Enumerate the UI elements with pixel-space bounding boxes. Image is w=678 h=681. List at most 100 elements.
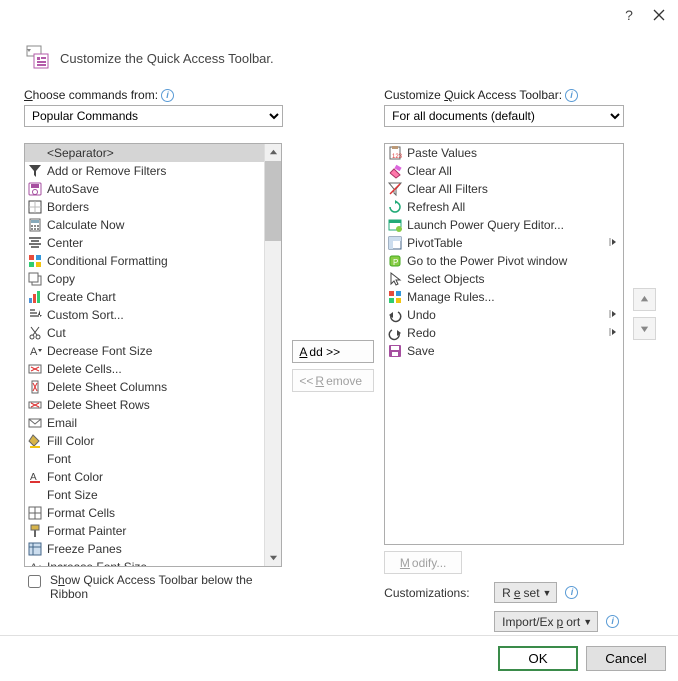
list-item[interactable]: Cut <box>25 324 281 342</box>
autosave-icon <box>27 181 43 197</box>
list-item[interactable]: Email <box>25 414 281 432</box>
list-item-label: Fill Color <box>47 434 259 448</box>
list-item[interactable]: Clear All <box>385 162 623 180</box>
list-item[interactable]: <Separator> <box>25 144 281 162</box>
list-item-label: Delete Sheet Columns <box>47 380 279 394</box>
freeze-icon <box>27 541 43 557</box>
list-item-label: Freeze Panes <box>47 542 259 556</box>
calc-icon <box>27 217 43 233</box>
list-item[interactable]: Delete Sheet Columns <box>25 378 281 396</box>
list-item-label: Increase Font Size <box>47 560 279 566</box>
list-item[interactable]: Custom Sort... <box>25 306 281 324</box>
list-item[interactable]: Delete Cells... <box>25 360 281 378</box>
list-item-label: Undo <box>407 308 601 322</box>
remove-button[interactable]: << Remove <box>292 369 374 392</box>
list-item-label: Font <box>47 452 259 466</box>
list-item-label: Create Chart <box>47 290 279 304</box>
available-commands-listbox[interactable]: <Separator> Add or Remove Filters AutoSave… <box>24 143 282 567</box>
sort-icon <box>27 307 43 323</box>
list-item-label: Add or Remove Filters <box>47 164 279 178</box>
show-below-label: Show Quick Access Toolbar below theRibbo… <box>50 573 253 601</box>
list-item[interactable]: Borders <box>25 198 281 216</box>
selected-commands-listbox[interactable]: 123 Paste Values Clear AllClear All Filter… <box>384 143 624 545</box>
choose-commands-combo[interactable]: Popular Commands <box>24 105 283 127</box>
submenu-icon <box>605 309 621 322</box>
cancel-button[interactable]: Cancel <box>586 646 666 671</box>
list-item[interactable]: Launch Power Query Editor... <box>385 216 623 234</box>
move-up-button[interactable] <box>633 288 656 311</box>
scrollbar[interactable] <box>264 144 281 566</box>
list-item-label: Delete Cells... <box>47 362 279 376</box>
list-item[interactable]: FontI <box>25 450 281 468</box>
list-item-label: Manage Rules... <box>407 290 621 304</box>
list-item[interactable]: Freeze Panes <box>25 540 281 558</box>
clearfilter-icon <box>387 181 403 197</box>
list-item[interactable]: Undo <box>385 306 623 324</box>
move-down-button[interactable] <box>633 317 656 340</box>
list-item[interactable]: Calculate Now <box>25 216 281 234</box>
modify-button[interactable]: Modify... <box>384 551 462 574</box>
list-item-label: Select Objects <box>407 272 621 286</box>
info-icon[interactable]: i <box>161 89 174 102</box>
save-icon <box>387 343 403 359</box>
list-item-label: Font Size <box>47 488 259 502</box>
list-item[interactable]: AutoSave <box>25 180 281 198</box>
list-item[interactable]: AFont Color <box>25 468 281 486</box>
refresh-icon <box>387 199 403 215</box>
list-item-label: Copy <box>47 272 279 286</box>
info-icon[interactable]: i <box>565 89 578 102</box>
list-item[interactable]: P Go to the Power Pivot window <box>385 252 623 270</box>
import-export-button[interactable]: Import/Export ▼ <box>494 611 598 632</box>
powerpivot-icon: P <box>387 253 403 269</box>
list-item-label: Conditional Formatting <box>47 254 259 268</box>
list-item[interactable]: Manage Rules... <box>385 288 623 306</box>
info-icon[interactable]: i <box>565 586 578 599</box>
list-item[interactable]: PivotTable <box>385 234 623 252</box>
list-item-label: Borders <box>47 200 259 214</box>
list-item[interactable]: 123 Paste Values <box>385 144 623 162</box>
list-item-label: Redo <box>407 326 601 340</box>
info-icon[interactable]: i <box>606 615 619 628</box>
page-title: Customize the Quick Access Toolbar. <box>60 51 274 66</box>
add-button[interactable]: Add >> <box>292 340 374 363</box>
list-item-label: Paste Values <box>407 146 621 160</box>
list-item[interactable]: ADecrease Font Size <box>25 342 281 360</box>
email-icon <box>27 415 43 431</box>
scroll-down-button[interactable] <box>265 549 281 566</box>
list-item[interactable]: Refresh All <box>385 198 623 216</box>
customize-qat-combo[interactable]: For all documents (default) <box>384 105 624 127</box>
qat-header-icon <box>24 44 52 72</box>
list-item[interactable]: Format Painter <box>25 522 281 540</box>
list-item[interactable]: Redo <box>385 324 623 342</box>
close-icon[interactable] <box>644 1 674 29</box>
list-item[interactable]: Select Objects <box>385 270 623 288</box>
chart-icon <box>27 289 43 305</box>
ok-button[interactable]: OK <box>498 646 578 671</box>
list-item[interactable]: Center <box>25 234 281 252</box>
scroll-up-button[interactable] <box>265 144 281 161</box>
help-icon[interactable]: ? <box>614 1 644 29</box>
list-item[interactable]: AIncrease Font Size <box>25 558 281 566</box>
list-item-label: Go to the Power Pivot window <box>407 254 621 268</box>
reset-button[interactable]: Reset ▼ <box>494 582 557 603</box>
list-item[interactable]: Font SizeI <box>25 486 281 504</box>
borders-icon <box>27 199 43 215</box>
list-item[interactable]: Copy <box>25 270 281 288</box>
svg-text:A: A <box>30 346 38 358</box>
svg-text:123: 123 <box>392 154 403 160</box>
fillcolor-icon <box>27 433 43 449</box>
list-item[interactable]: Clear All Filters <box>385 180 623 198</box>
scroll-thumb[interactable] <box>265 161 281 241</box>
choose-label: Choose commands from: <box>24 88 158 102</box>
list-item[interactable]: Save <box>385 342 623 360</box>
list-item[interactable]: Add or Remove Filters <box>25 162 281 180</box>
list-item[interactable]: Format Cells <box>25 504 281 522</box>
list-item-label: Center <box>47 236 279 250</box>
list-item[interactable]: Create Chart <box>25 288 281 306</box>
show-below-checkbox[interactable] <box>28 575 41 588</box>
list-item[interactable]: Conditional Formatting <box>25 252 281 270</box>
list-item[interactable]: Fill Color <box>25 432 281 450</box>
list-item[interactable]: Delete Sheet Rows <box>25 396 281 414</box>
pastevalues-icon: 123 <box>387 145 403 161</box>
fmtcells-icon <box>27 505 43 521</box>
